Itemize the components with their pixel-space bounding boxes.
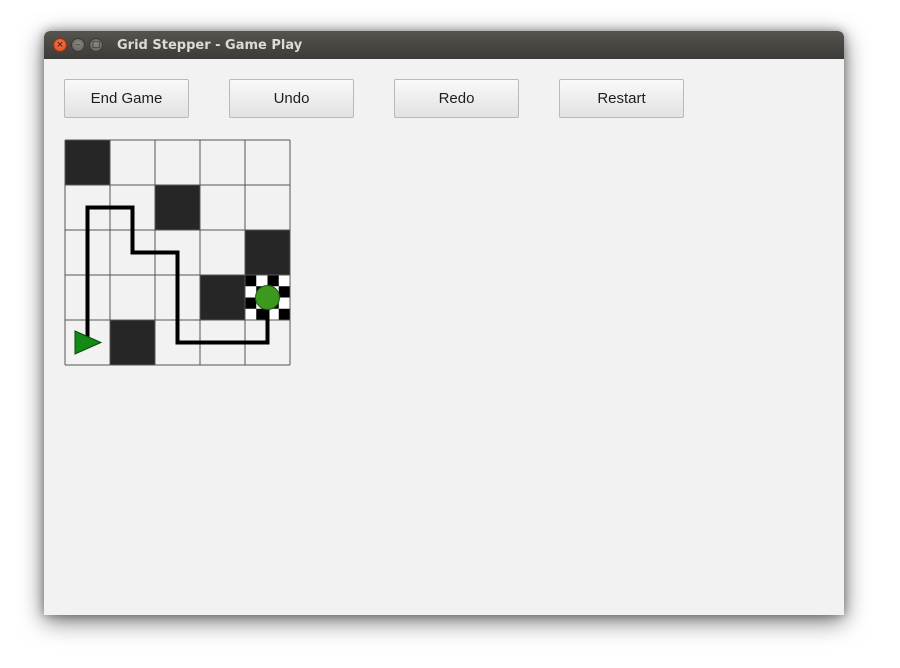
game-board[interactable] <box>64 139 292 371</box>
desktop: × – □ Grid Stepper - Game Play End Game … <box>0 0 900 668</box>
wall-cell[interactable] <box>200 275 245 320</box>
window-title: Grid Stepper - Game Play <box>117 38 303 53</box>
board-canvas[interactable] <box>64 139 292 367</box>
checkered-flag-square <box>278 308 290 320</box>
grid-cell[interactable] <box>200 185 245 230</box>
grid-cell[interactable] <box>200 140 245 185</box>
minimize-icon: – <box>75 39 81 50</box>
wall-cell[interactable] <box>110 320 155 365</box>
grid-cell[interactable] <box>245 185 290 230</box>
player-token[interactable] <box>255 285 280 310</box>
restart-button[interactable]: Restart <box>559 79 684 118</box>
grid-cell[interactable] <box>200 230 245 275</box>
wall-cell[interactable] <box>245 230 290 275</box>
maximize-icon: □ <box>91 39 101 50</box>
grid-cell[interactable] <box>110 140 155 185</box>
wall-cell[interactable] <box>65 140 110 185</box>
checkered-flag-square <box>245 275 257 287</box>
redo-button[interactable]: Redo <box>394 79 519 118</box>
minimize-window-button[interactable]: – <box>71 38 85 52</box>
grid-cell[interactable] <box>245 140 290 185</box>
grid-cell[interactable] <box>155 140 200 185</box>
grid-cell[interactable] <box>110 275 155 320</box>
maximize-window-button[interactable]: □ <box>89 38 103 52</box>
game-window: × – □ Grid Stepper - Game Play End Game … <box>44 31 844 615</box>
checkered-flag-square <box>267 275 279 287</box>
checkered-flag-square <box>278 286 290 298</box>
checkered-flag-square <box>245 297 257 309</box>
wall-cell[interactable] <box>155 185 200 230</box>
close-window-button[interactable]: × <box>53 38 67 52</box>
close-icon: × <box>56 39 64 50</box>
title-bar[interactable]: × – □ Grid Stepper - Game Play <box>44 31 844 59</box>
undo-button[interactable]: Undo <box>229 79 354 118</box>
end-game-button[interactable]: End Game <box>64 79 189 118</box>
